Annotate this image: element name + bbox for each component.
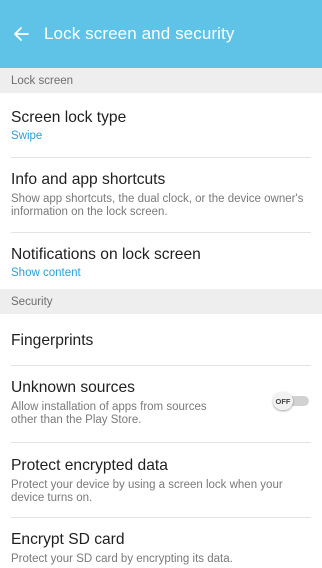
item-title: Protect encrypted data xyxy=(11,457,168,474)
section-header-lock-screen: Lock screen xyxy=(0,68,322,93)
info-app-shortcuts-item[interactable]: Info and app shortcuts Show app shortcut… xyxy=(0,158,322,232)
toggle-knob: OFF xyxy=(273,392,293,410)
encrypt-sd-card-item[interactable]: Encrypt SD card Protect your SD card by … xyxy=(0,518,322,568)
item-value: Show content xyxy=(11,267,81,279)
app-bar: Lock screen and security xyxy=(0,0,322,68)
protect-encrypted-data-item[interactable]: Protect encrypted data Protect your devi… xyxy=(0,443,322,517)
item-title: Unknown sources xyxy=(11,379,135,396)
item-title: Fingerprints xyxy=(11,332,94,349)
page-title: Lock screen and security xyxy=(44,24,235,43)
unknown-sources-toggle[interactable]: OFF xyxy=(273,392,309,410)
item-title: Info and app shortcuts xyxy=(11,171,166,188)
item-title: Notifications on lock screen xyxy=(11,246,201,263)
item-value: Swipe xyxy=(11,130,43,142)
item-description: Allow installation of apps from sources … xyxy=(11,401,207,426)
notifications-lock-screen-item[interactable]: Notifications on lock screen Show conten… xyxy=(0,233,322,289)
item-description: Protect your SD card by encrypting its d… xyxy=(11,553,233,565)
item-title: Screen lock type xyxy=(11,109,127,126)
arrow-left-icon xyxy=(14,27,29,41)
item-description: Show app shortcuts, the dual clock, or t… xyxy=(11,193,304,218)
section-header-security: Security xyxy=(0,289,322,314)
item-description: Protect your device by using a screen lo… xyxy=(11,479,283,504)
unknown-sources-item[interactable]: Unknown sources Allow installation of ap… xyxy=(0,366,322,442)
screen-lock-type-item[interactable]: Screen lock type Swipe xyxy=(0,93,322,157)
fingerprints-item[interactable]: Fingerprints xyxy=(0,314,322,365)
back-button[interactable] xyxy=(8,21,34,47)
item-title: Encrypt SD card xyxy=(11,531,125,548)
